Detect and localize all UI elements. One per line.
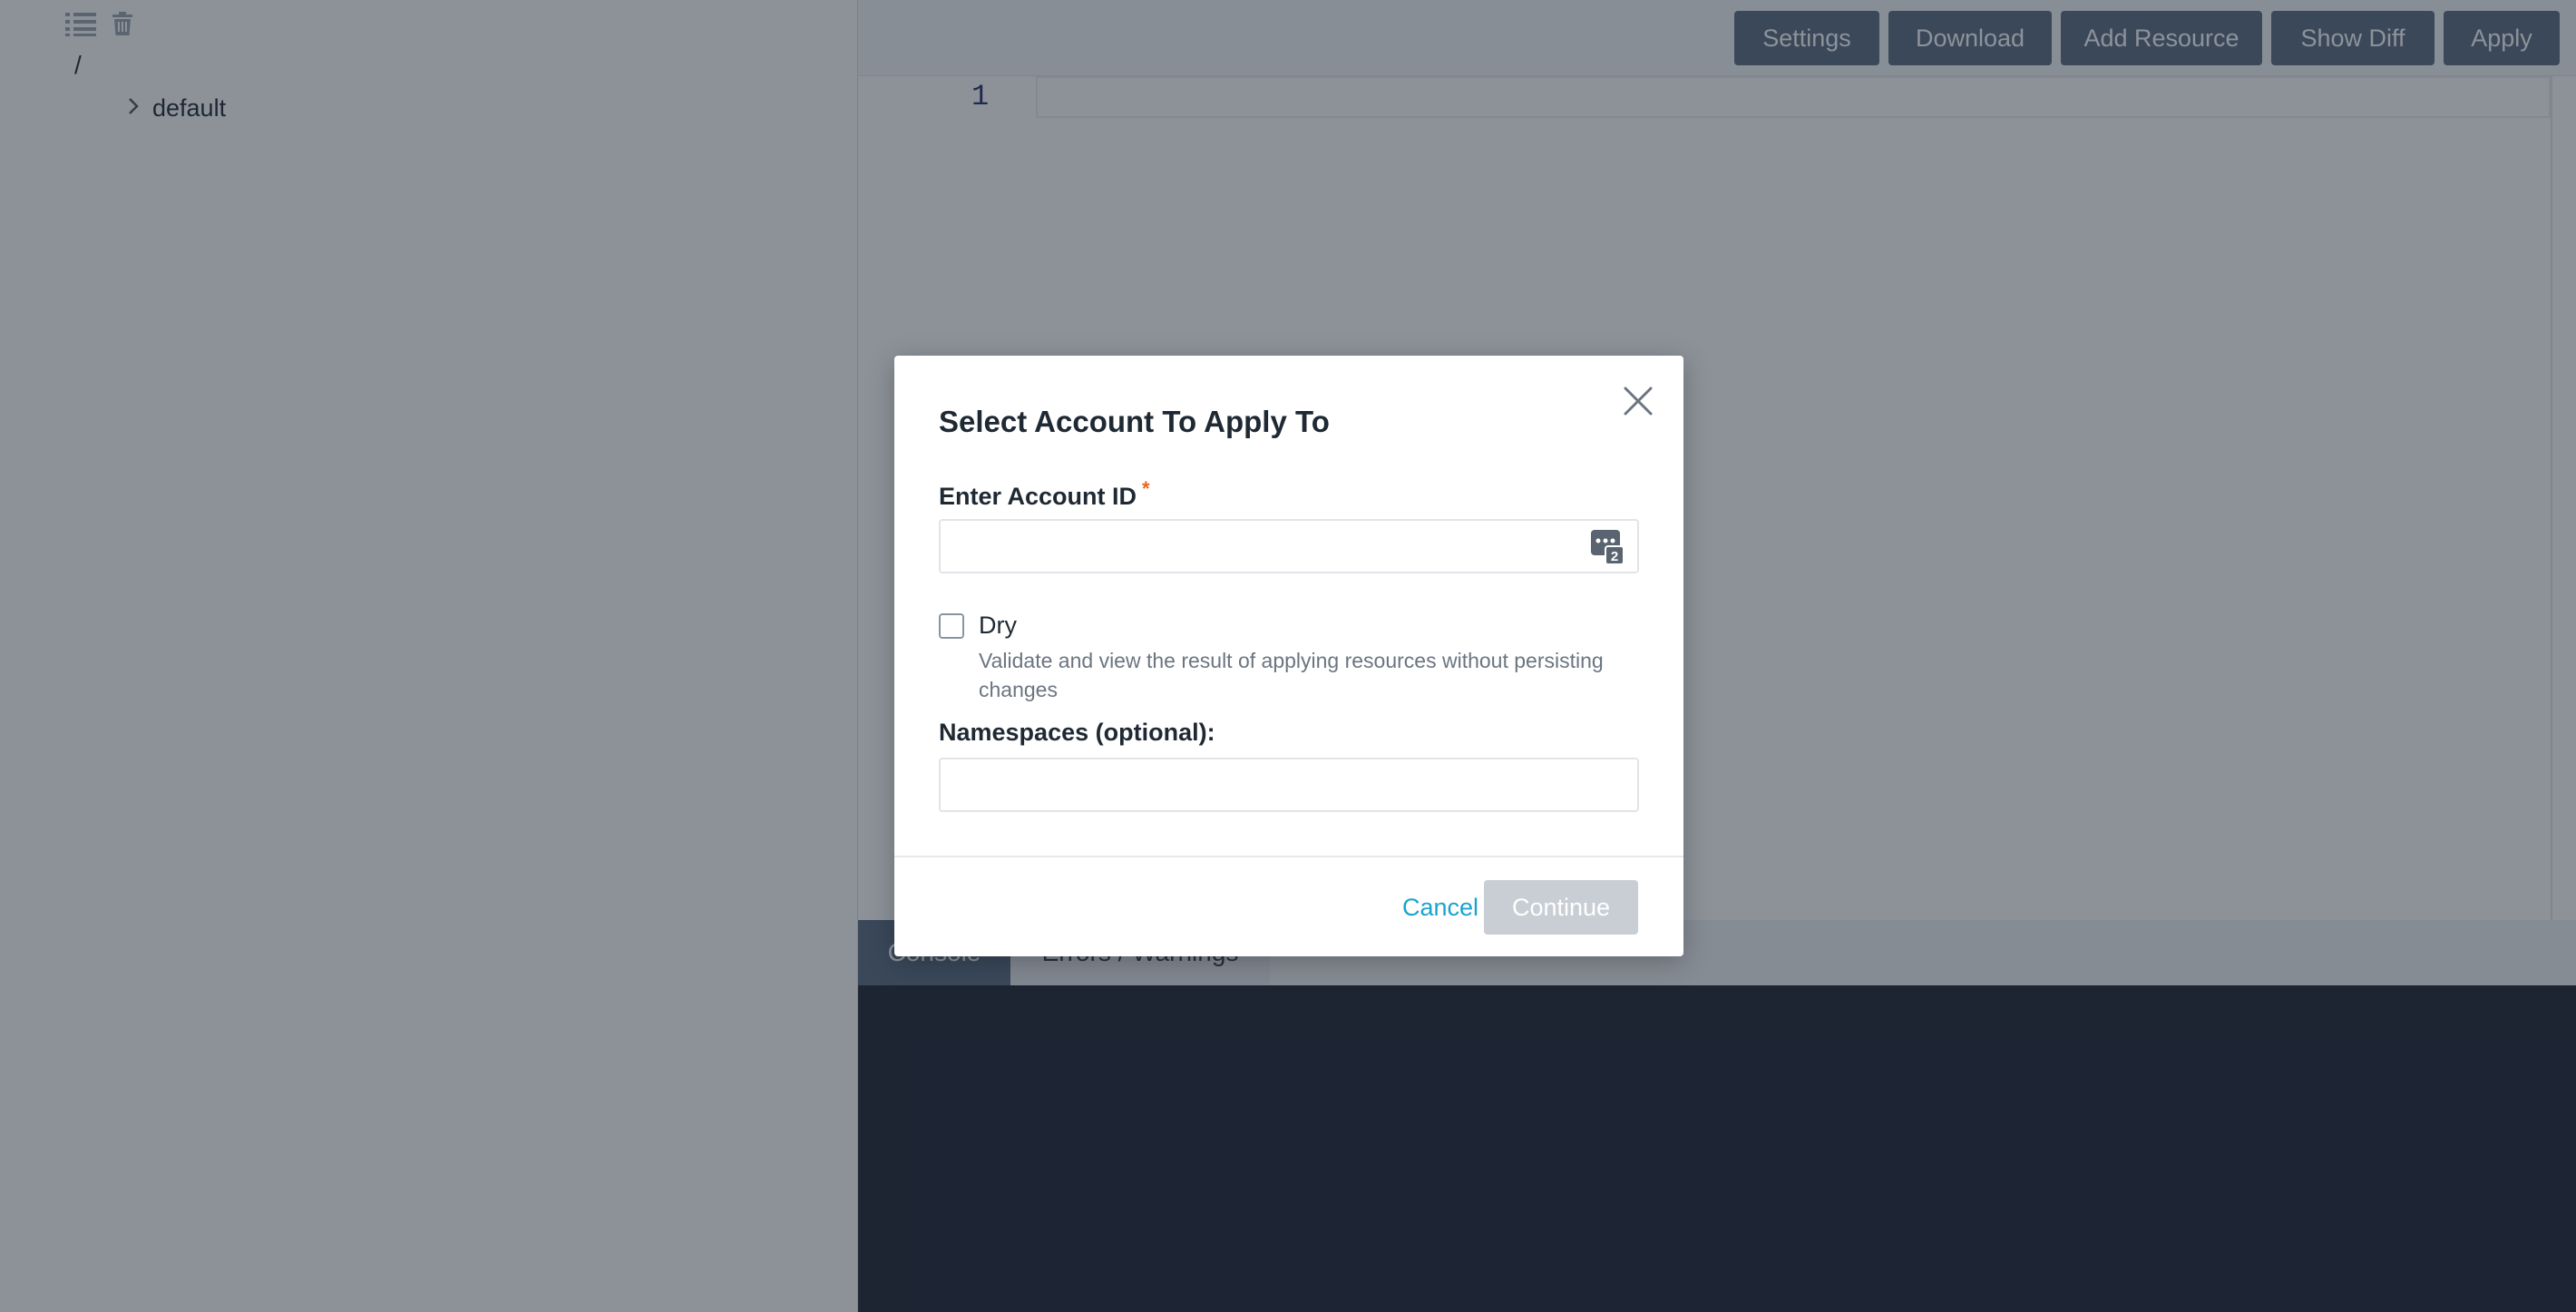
dialog-footer-divider <box>894 856 1683 857</box>
dry-run-checkbox[interactable] <box>939 613 964 639</box>
continue-button[interactable]: Continue <box>1484 880 1638 935</box>
account-id-label-text: Enter Account ID <box>939 483 1137 510</box>
dialog-title: Select Account To Apply To <box>939 405 1330 438</box>
dry-run-help-text: Validate and view the result of applying… <box>979 649 1604 701</box>
account-id-label: Enter Account ID * <box>939 477 1150 511</box>
svg-text:2: 2 <box>1611 549 1618 564</box>
namespaces-label: Namespaces (optional): <box>939 719 1215 746</box>
password-manager-icon[interactable]: 2 <box>1591 528 1625 565</box>
apply-account-dialog: Select Account To Apply To Enter Account… <box>894 356 1683 956</box>
account-id-input[interactable] <box>939 519 1639 573</box>
namespaces-input[interactable] <box>939 758 1639 812</box>
close-icon[interactable] <box>1620 383 1656 419</box>
required-marker: * <box>1142 477 1150 500</box>
dry-run-label[interactable]: Dry <box>979 612 1017 640</box>
